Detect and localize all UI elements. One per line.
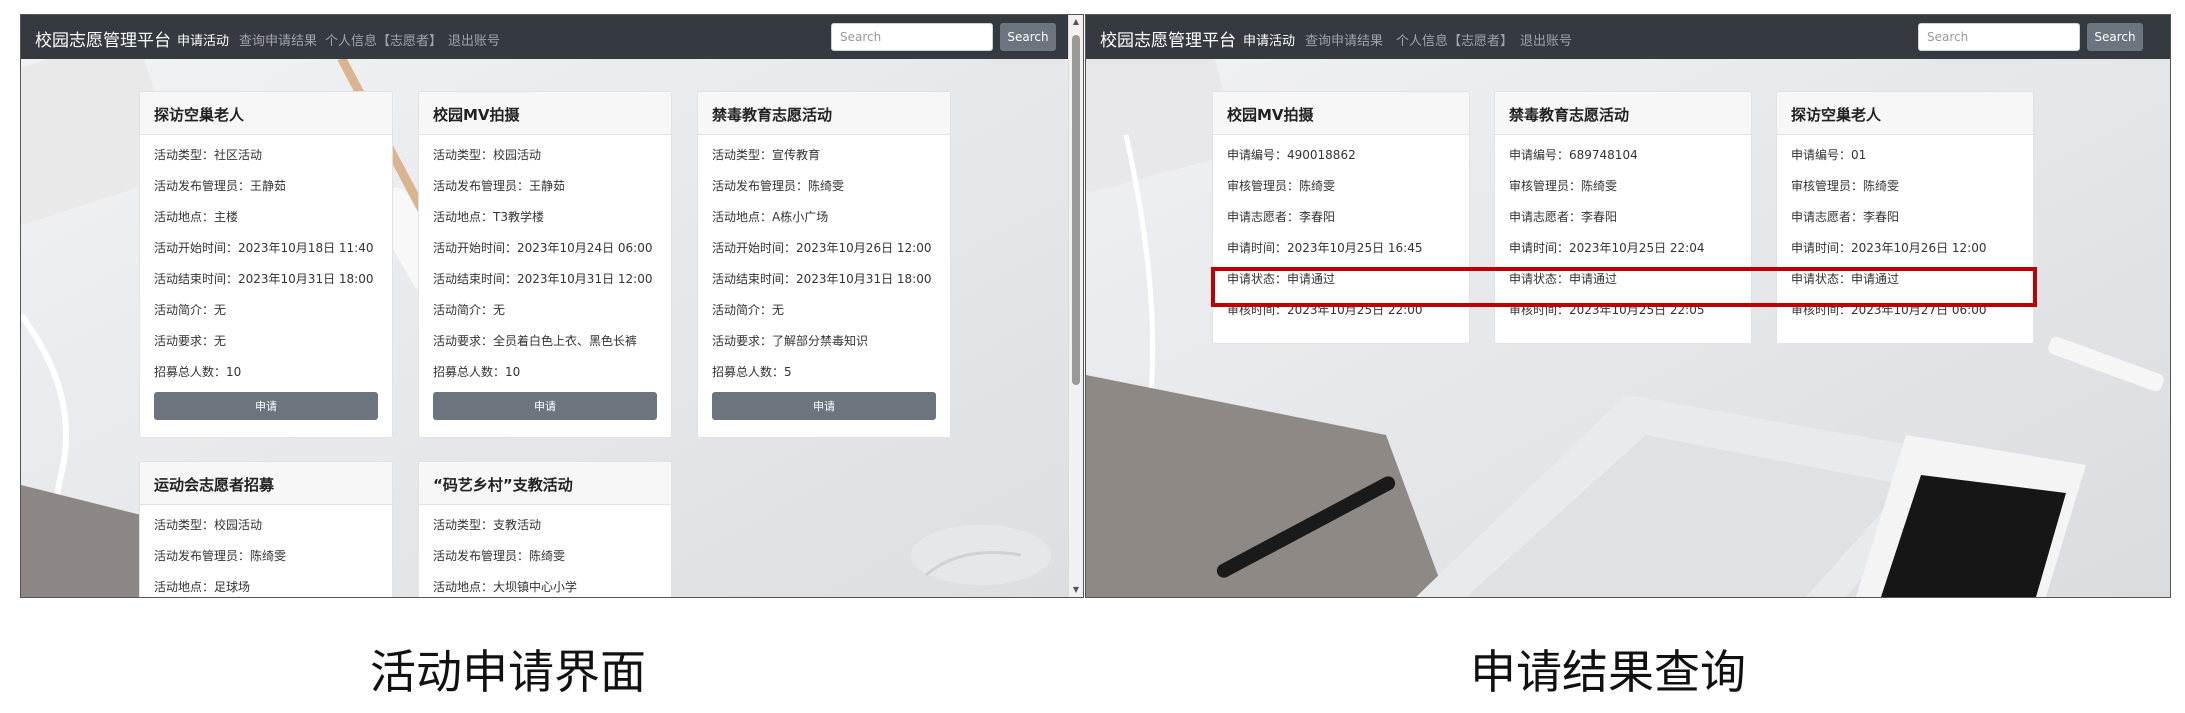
activity-start-time: 活动开始时间：2023年10月26日 12:00: [712, 241, 932, 255]
activity-requirements: 活动要求：全员着白色上衣、黑色长裤: [433, 334, 638, 348]
card-title: 禁毒教育志愿活动: [1495, 92, 1751, 135]
activity-end-time: 活动结束时间：2023年10月31日 12:00: [433, 272, 653, 286]
card-title: 校园MV拍摄: [419, 92, 671, 135]
activity-end-time: 活动结束时间：2023年10月31日 18:00: [712, 272, 932, 286]
recruit-total: 招募总人数：5: [712, 365, 792, 379]
activity-location: 活动地点：足球场: [154, 580, 251, 594]
activity-admin: 活动发布管理员：王静茹: [433, 179, 566, 193]
activity-location: 活动地点：A栋小广场: [712, 210, 829, 224]
apply-button[interactable]: 申请: [433, 392, 657, 420]
activity-admin: 活动发布管理员：王静茹: [154, 179, 287, 193]
applicant-volunteer: 申请志愿者：李春阳: [1227, 210, 1336, 224]
activity-type: 活动类型：校园活动: [433, 148, 542, 162]
activity-admin: 活动发布管理员：陈绮雯: [154, 549, 287, 563]
search-button[interactable]: Search: [1000, 23, 1056, 51]
card-title: 探访空巢老人: [1777, 92, 2033, 135]
applicant-volunteer: 申请志愿者：李春阳: [1509, 210, 1618, 224]
activity-location: 活动地点：主楼: [154, 210, 239, 224]
card-title: 校园MV拍摄: [1213, 92, 1469, 135]
brand-title[interactable]: 校园志愿管理平台: [35, 26, 171, 51]
activity-card-sports-meet: 运动会志愿者招募 活动类型：校园活动 活动发布管理员：陈绮雯 活动地点：足球场: [139, 461, 393, 597]
nav-logout[interactable]: 退出账号: [448, 30, 500, 49]
activity-card-rural-teaching: “码艺乡村”支教活动 活动类型：支教活动 活动发布管理员：陈绮雯 活动地点：大坝…: [418, 461, 672, 597]
activity-location: 活动地点：T3教学楼: [433, 210, 544, 224]
nav-personal-info[interactable]: 个人信息【志愿者】: [325, 30, 442, 49]
activity-description: 活动简介：无: [433, 303, 506, 317]
application-time: 申请时间：2023年10月26日 12:00: [1791, 241, 1987, 255]
nav-query-results[interactable]: 查询申请结果: [1305, 30, 1383, 49]
activity-application-screen: 校园志愿管理平台 申请活动 查询申请结果 个人信息【志愿者】 退出账号 Sear…: [20, 14, 1084, 598]
activity-requirements: 活动要求：了解部分禁毒知识: [712, 334, 869, 348]
scroll-thumb[interactable]: [1072, 35, 1080, 385]
application-number: 申请编号：689748104: [1509, 148, 1638, 162]
card-title: 运动会志愿者招募: [140, 462, 392, 505]
activity-type: 活动类型：支教活动: [433, 518, 542, 532]
card-title: 禁毒教育志愿活动: [698, 92, 950, 135]
caption-left: 活动申请界面: [370, 645, 646, 699]
review-admin: 审核管理员：陈绮雯: [1791, 179, 1900, 193]
brand-title[interactable]: 校园志愿管理平台: [1100, 26, 1236, 51]
recruit-total: 招募总人数：10: [433, 365, 521, 379]
activity-description: 活动简介：无: [712, 303, 785, 317]
activity-type: 活动类型：宣传教育: [712, 148, 821, 162]
card-title: 探访空巢老人: [140, 92, 392, 135]
activity-type: 活动类型：社区活动: [154, 148, 263, 162]
application-time: 申请时间：2023年10月25日 16:45: [1227, 241, 1423, 255]
applicant-volunteer: 申请志愿者：李春阳: [1791, 210, 1900, 224]
nav-query-results[interactable]: 查询申请结果: [239, 30, 317, 49]
activity-end-time: 活动结束时间：2023年10月31日 18:00: [154, 272, 374, 286]
review-admin: 审核管理员：陈绮雯: [1509, 179, 1618, 193]
activity-requirements: 活动要求：无: [154, 334, 227, 348]
application-number: 申请编号：01: [1791, 148, 1867, 162]
apply-button[interactable]: 申请: [712, 392, 936, 420]
activity-card-campus-mv: 校园MV拍摄 活动类型：校园活动 活动发布管理员：王静茹 活动地点：T3教学楼 …: [418, 91, 672, 438]
search-button[interactable]: Search: [2087, 23, 2143, 51]
activity-start-time: 活动开始时间：2023年10月18日 11:40: [154, 241, 374, 255]
vertical-scrollbar[interactable]: ▲ ▼: [1068, 15, 1083, 597]
caption-right: 申请结果查询: [1470, 645, 1746, 699]
recruit-total: 招募总人数：10: [154, 365, 242, 379]
activity-type: 活动类型：校园活动: [154, 518, 263, 532]
top-navbar: 校园志愿管理平台 申请活动 查询申请结果 个人信息【志愿者】 退出账号 Sear…: [1086, 15, 2170, 59]
application-results-screen: 校园志愿管理平台 申请活动 查询申请结果 个人信息【志愿者】 退出账号 Sear…: [1085, 14, 2171, 598]
activity-admin: 活动发布管理员：陈绮雯: [433, 549, 566, 563]
application-number: 申请编号：490018862: [1227, 148, 1356, 162]
activity-location: 活动地点：大坝镇中心小学: [433, 580, 578, 594]
scroll-down-arrow-icon[interactable]: ▼: [1069, 583, 1083, 597]
apply-button[interactable]: 申请: [154, 392, 378, 420]
activity-start-time: 活动开始时间：2023年10月24日 06:00: [433, 241, 653, 255]
search-input[interactable]: [1918, 23, 2080, 51]
nav-apply-activity[interactable]: 申请活动: [1243, 30, 1295, 49]
nav-personal-info[interactable]: 个人信息【志愿者】: [1396, 30, 1513, 49]
activity-card-anti-drug: 禁毒教育志愿活动 活动类型：宣传教育 活动发布管理员：陈绮雯 活动地点：A栋小广…: [697, 91, 951, 438]
scroll-up-arrow-icon[interactable]: ▲: [1069, 15, 1083, 29]
nav-logout[interactable]: 退出账号: [1520, 30, 1572, 49]
activity-card-elderly-visit: 探访空巢老人 活动类型：社区活动 活动发布管理员：王静茹 活动地点：主楼 活动开…: [139, 91, 393, 438]
status-highlight-box: [1211, 267, 2037, 307]
activity-admin: 活动发布管理员：陈绮雯: [712, 179, 845, 193]
activity-description: 活动简介：无: [154, 303, 227, 317]
card-title: “码艺乡村”支教活动: [419, 462, 671, 505]
top-navbar: 校园志愿管理平台 申请活动 查询申请结果 个人信息【志愿者】 退出账号 Sear…: [21, 15, 1083, 59]
nav-apply-activity[interactable]: 申请活动: [177, 30, 229, 49]
application-time: 申请时间：2023年10月25日 22:04: [1509, 241, 1705, 255]
search-input[interactable]: [831, 23, 993, 51]
review-admin: 审核管理员：陈绮雯: [1227, 179, 1336, 193]
